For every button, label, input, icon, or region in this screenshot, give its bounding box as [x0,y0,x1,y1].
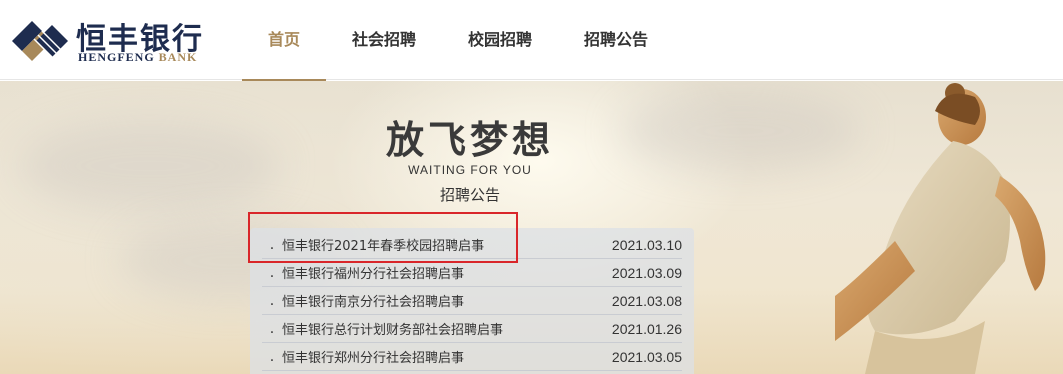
announcement-date: 2021.03.05 [611,348,682,365]
list-item[interactable]: . 恒丰银行福州分行社会招聘启事 2021.03.09 [262,259,682,287]
announcement-title[interactable]: 恒丰银行总行计划财务部社会招聘启事 [282,319,612,338]
hero-subtitle-cn: 招聘公告 [439,186,500,204]
announcement-list: . 恒丰银行2021年春季校园招聘启事 2021.03.10 . 恒丰银行福州分… [250,228,694,374]
hero-title: 放飞梦想 [385,118,554,162]
announcement-title[interactable]: 恒丰银行南京分行社会招聘启事 [282,291,612,310]
bullet: . [269,320,275,337]
list-item[interactable]: . 恒丰银行南京分行社会招聘启事 2021.03.08 [262,287,682,315]
hero-subtitle-en: WAITING FOR YOU [408,163,532,177]
nav-item-announcements[interactable]: 招聘公告 [558,0,674,80]
announcement-title[interactable]: 恒丰银行福州分行社会招聘启事 [282,263,612,282]
announcement-title[interactable]: 恒丰银行2021年春季校园招聘启事 [282,235,612,254]
main-nav: 首页 社会招聘 校园招聘 招聘公告 [242,0,674,81]
list-item[interactable]: . 恒丰银行2021年春季校园招聘启事 2021.03.10 [262,231,682,259]
list-item[interactable]: . 恒丰银行总行计划财务部社会招聘启事 2021.01.26 [262,315,682,343]
bank-logo-mark-icon [12,21,68,62]
announcement-date: 2021.03.10 [611,236,682,253]
nav-item-campus-recruitment[interactable]: 校园招聘 [442,0,558,80]
bullet: . [269,236,275,253]
announcement-date: 2021.01.26 [611,320,682,337]
announcement-title[interactable]: 恒丰银行郑州分行社会招聘启事 [282,347,612,366]
bullet: . [269,348,275,365]
list-item[interactable]: . 恒丰银行郑州分行社会招聘启事 2021.03.05 [262,343,682,371]
announcement-date: 2021.03.09 [611,264,682,281]
bank-logo[interactable]: 恒丰银行 HENGFENG BANK [8,12,208,68]
announcement-date: 2021.03.08 [611,292,682,309]
top-header: 恒丰银行 HENGFENG BANK 首页 社会招聘 校园招聘 招聘公告 [0,0,1063,81]
nav-item-social-recruitment[interactable]: 社会招聘 [326,0,442,80]
logo-english-name: HENGFENG BANK [78,50,198,64]
bullet: . [269,292,275,309]
bullet: . [269,264,275,281]
hero-banner: 放飞梦想 WAITING FOR YOU 招聘公告 . 恒丰银行2021年春季校… [0,81,1063,374]
nav-item-home[interactable]: 首页 [242,0,327,81]
